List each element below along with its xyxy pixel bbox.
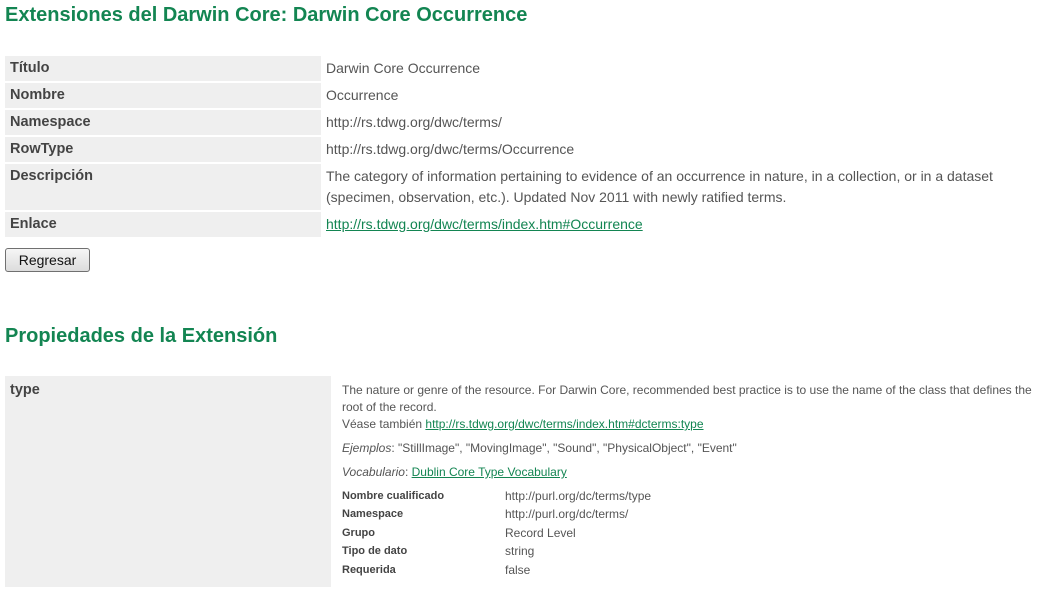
meta-key: Nombre cualificado xyxy=(342,489,445,502)
meta-key: Namespace xyxy=(342,508,404,521)
examples-value: : "StillImage", "MovingImage", "Sound", … xyxy=(391,441,737,455)
see-also-line: Véase también http://rs.tdwg.org/dwc/ter… xyxy=(342,416,1040,433)
vocabulary-sep: : xyxy=(404,465,412,479)
info-label: Título xyxy=(5,56,321,81)
property-block: type The nature or genre of the resource… xyxy=(5,376,1040,587)
info-label: Namespace xyxy=(5,110,321,135)
meta-key: Tipo de dato xyxy=(342,545,408,558)
info-row-namespace: Namespace http://rs.tdwg.org/dwc/terms/ xyxy=(5,110,1040,135)
info-row-description: Descripción The category of information … xyxy=(5,164,1040,210)
info-row-title: Título Darwin Core Occurrence xyxy=(5,56,1040,81)
property-meta-table: Nombre cualificado http://purl.org/dc/te… xyxy=(342,487,651,580)
vocabulary-line: Vocabulario: Dublin Core Type Vocabulary xyxy=(342,464,1040,481)
info-label: Descripción xyxy=(5,164,321,210)
property-name: type xyxy=(5,376,331,587)
info-value: The category of information pertaining t… xyxy=(326,168,993,205)
meta-row: Grupo Record Level xyxy=(342,524,651,543)
info-row-name: Nombre Occurrence xyxy=(5,83,1040,108)
meta-value: false xyxy=(505,562,531,577)
meta-row: Requerida false xyxy=(342,561,651,580)
info-value: http://rs.tdwg.org/dwc/terms/ xyxy=(326,114,502,130)
info-row-link: Enlace http://rs.tdwg.org/dwc/terms/inde… xyxy=(5,212,1040,237)
info-value: Darwin Core Occurrence xyxy=(326,60,481,76)
info-label: Enlace xyxy=(5,212,321,237)
property-description: The nature or genre of the resource. For… xyxy=(342,383,1032,414)
vocabulary-label: Vocabulario xyxy=(342,465,405,479)
section-title: Propiedades de la Extensión xyxy=(5,325,278,347)
info-label: Nombre xyxy=(5,83,321,108)
info-value: Occurrence xyxy=(326,87,399,103)
meta-key: Requerida xyxy=(342,563,396,576)
meta-value: string xyxy=(505,544,535,559)
meta-value: http://purl.org/dc/terms/ xyxy=(505,507,629,522)
meta-row: Nombre cualificado http://purl.org/dc/te… xyxy=(342,487,651,506)
see-also-link[interactable]: http://rs.tdwg.org/dwc/terms/index.htm#d… xyxy=(425,417,703,431)
meta-value: Record Level xyxy=(505,525,576,540)
see-also-label: Véase también xyxy=(342,417,423,431)
examples-label: Ejemplos xyxy=(342,441,392,455)
extension-info-table: Título Darwin Core Occurrence Nombre Occ… xyxy=(5,54,1040,239)
vocabulary-link[interactable]: Dublin Core Type Vocabulary xyxy=(412,465,567,479)
back-button[interactable]: Regresar xyxy=(5,248,90,272)
meta-row: Namespace http://purl.org/dc/terms/ xyxy=(342,506,651,525)
info-label: RowType xyxy=(5,137,321,162)
page-title: Extensiones del Darwin Core: Darwin Core… xyxy=(5,4,528,26)
meta-value: http://purl.org/dc/terms/type xyxy=(505,488,652,503)
property-details: The nature or genre of the resource. For… xyxy=(331,376,1040,587)
examples-line: Ejemplos: "StillImage", "MovingImage", "… xyxy=(342,440,1040,457)
extension-link[interactable]: http://rs.tdwg.org/dwc/terms/index.htm#O… xyxy=(326,216,643,232)
meta-row: Tipo de dato string xyxy=(342,543,651,562)
meta-key: Grupo xyxy=(342,526,375,539)
info-row-rowtype: RowType http://rs.tdwg.org/dwc/terms/Occ… xyxy=(5,137,1040,162)
info-value: http://rs.tdwg.org/dwc/terms/Occurrence xyxy=(326,141,575,157)
